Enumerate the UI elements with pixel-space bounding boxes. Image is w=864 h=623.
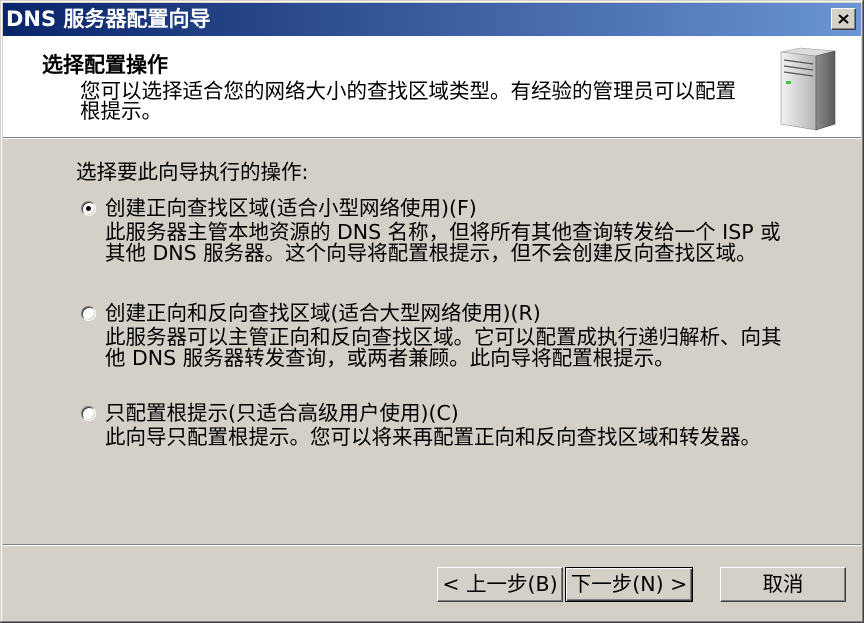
server-icon bbox=[780, 47, 836, 131]
option-forward-reverse-lookup-zone: 创建正向和反向查找区域(适合大型网络使用)(R) 此服务器可以主管正向和反向查找… bbox=[0, 303, 864, 375]
option-label-forward-lookup-zone[interactable]: 创建正向查找区域(适合小型网络使用)(F) bbox=[105, 198, 477, 219]
option-prompt: 选择要此向导执行的操作: bbox=[76, 160, 309, 184]
description-line: 此服务器可以主管正向和反向查找区域。它可以配置成执行递归解析、向其 bbox=[105, 325, 782, 349]
header-divider-highlight bbox=[3, 138, 861, 139]
option-label-forward-reverse-lookup-zone[interactable]: 创建正向和反向查找区域(适合大型网络使用)(R) bbox=[105, 303, 541, 324]
subtitle-line: 您可以选择适合您的网络大小的查找区域类型。有经验的管理员可以配置 bbox=[80, 79, 736, 103]
option-forward-lookup-zone: 创建正向查找区域(适合小型网络使用)(F) 此服务器主管本地资源的 DNS 名称… bbox=[0, 198, 864, 270]
close-button[interactable] bbox=[831, 8, 856, 30]
option-description: 此服务器主管本地资源的 DNS 名称，但将所有其他查询转发给一个 ISP 或 其… bbox=[105, 222, 781, 264]
dns-configuration-wizard-window: DNS 服务器配置向导 选择配置操作 您可以选择适合您的网络大小的查找区域类型。… bbox=[0, 0, 864, 623]
back-button[interactable]: < 上一步(B) bbox=[437, 567, 563, 602]
option-description: 此向导只配置根提示。您可以将来再配置正向和反向查找区域和转发器。 bbox=[105, 427, 761, 448]
radio-checked-dot bbox=[86, 206, 91, 211]
next-button[interactable]: 下一步(N) > bbox=[565, 567, 693, 602]
radio-forward-lookup-zone[interactable] bbox=[81, 201, 96, 216]
description-line: 此向导只配置根提示。您可以将来再配置正向和反向查找区域和转发器。 bbox=[105, 425, 761, 449]
footer-divider-highlight bbox=[3, 545, 861, 546]
option-label-root-hints-only[interactable]: 只配置根提示(只适合高级用户使用)(C) bbox=[105, 403, 459, 424]
cancel-button[interactable]: 取消 bbox=[720, 567, 846, 602]
title-bar[interactable]: DNS 服务器配置向导 bbox=[3, 3, 861, 36]
subtitle-line: 根提示。 bbox=[80, 99, 162, 123]
radio-forward-reverse-lookup-zone[interactable] bbox=[81, 306, 96, 321]
close-icon bbox=[838, 14, 849, 24]
description-line: 其他 DNS 服务器。这个向导将配置根提示，但不会创建反向查找区域。 bbox=[105, 241, 757, 265]
wizard-header: 选择配置操作 您可以选择适合您的网络大小的查找区域类型。有经验的管理员可以配置 … bbox=[3, 36, 861, 137]
description-line: 此服务器主管本地资源的 DNS 名称，但将所有其他查询转发给一个 ISP 或 bbox=[105, 220, 781, 244]
option-root-hints-only: 只配置根提示(只适合高级用户使用)(C) 此向导只配置根提示。您可以将来再配置正… bbox=[0, 403, 864, 475]
option-description: 此服务器可以主管正向和反向查找区域。它可以配置成执行递归解析、向其 他 DNS … bbox=[105, 327, 782, 369]
page-title: 选择配置操作 bbox=[42, 53, 168, 77]
radio-root-hints-only[interactable] bbox=[81, 406, 96, 421]
page-subtitle: 您可以选择适合您的网络大小的查找区域类型。有经验的管理员可以配置 根提示。 bbox=[80, 79, 736, 123]
description-line: 他 DNS 服务器转发查询，或两者兼顾。此向导将配置根提示。 bbox=[105, 346, 675, 370]
window-title: DNS 服务器配置向导 bbox=[6, 7, 211, 31]
